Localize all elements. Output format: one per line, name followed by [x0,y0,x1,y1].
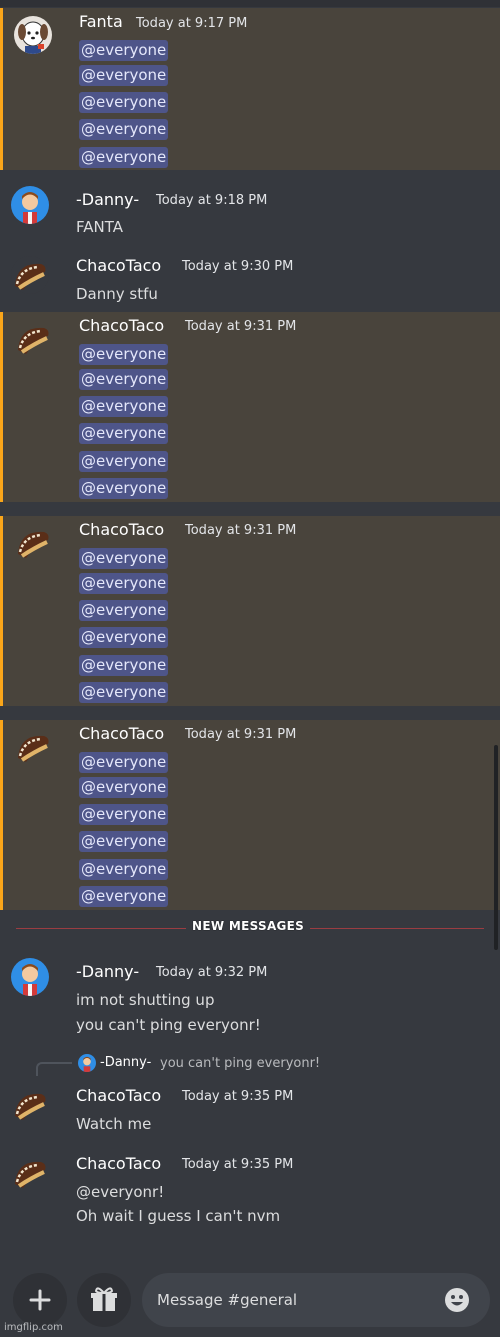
message-text: FANTA [76,218,123,236]
watermark: imgflip.com [4,1322,63,1333]
everyone-mention[interactable]: @everyone [79,655,169,676]
everyone-mention[interactable]: @everyone [79,92,169,113]
message-text: Watch me [76,1115,152,1133]
everyone-mention[interactable]: @everyone [79,40,169,61]
reply-preview[interactable]: you can't ping everyonr! [160,1056,320,1071]
message-text: Danny stfu [76,285,158,303]
author-name[interactable]: ChacoTaco [79,520,164,539]
everyone-mention[interactable]: @everyone [79,600,169,621]
timestamp: Today at 9:35 PM [182,1089,294,1104]
everyone-mention[interactable]: @everyone [79,119,169,140]
reply-author[interactable]: -Danny- [100,1055,151,1070]
timestamp: Today at 9:30 PM [182,259,294,274]
message-chacotaco-watch-me[interactable]: ChacoTaco Today at 9:35 PM Watch me [0,1078,500,1140]
gift-button[interactable] [77,1273,131,1327]
taco-avatar[interactable] [11,256,49,294]
taco-avatar[interactable] [11,1154,49,1192]
timestamp: Today at 9:31 PM [185,319,297,334]
everyone-mention[interactable]: @everyone [79,147,169,168]
everyone-mention[interactable]: @everyone [79,804,169,825]
everyone-mention[interactable]: @everyone [79,573,169,594]
author-name[interactable]: ChacoTaco [76,1086,161,1105]
everyone-mention[interactable]: @everyone [79,65,169,86]
author-name[interactable]: ChacoTaco [76,256,161,275]
reply-connector [36,1062,72,1076]
everyone-mention[interactable]: @everyone [79,451,169,472]
everyone-mention[interactable]: @everyone [79,831,169,852]
message-text: you can't ping everyonr! [76,1016,261,1034]
everyone-mention[interactable]: @everyone [79,369,169,390]
author-name[interactable]: ChacoTaco [76,1154,161,1173]
timestamp: Today at 9:18 PM [156,193,268,208]
taco-avatar[interactable] [14,524,52,562]
message-text: im not shutting up [76,991,215,1009]
boy-avatar[interactable] [11,186,49,224]
scrollbar-thumb[interactable] [494,745,498,950]
author-name[interactable]: -Danny- [76,962,139,981]
message-chacotaco-stfu[interactable]: ChacoTaco Today at 9:30 PM Danny stfu [0,248,500,308]
everyone-mention[interactable]: @everyone [79,627,169,648]
plus-icon [29,1289,51,1311]
message-chacotaco-everyone[interactable]: ChacoTaco Today at 9:31 PM @everyone @ev… [0,720,500,910]
channel-top-edge [0,0,500,7]
everyone-mention[interactable]: @everyone [79,344,169,365]
timestamp: Today at 9:35 PM [182,1157,294,1172]
everyone-mention[interactable]: @everyone [79,423,169,444]
author-name[interactable]: ChacoTaco [79,316,164,335]
everyone-mention[interactable]: @everyone [79,682,169,703]
author-name[interactable]: Fanta [79,12,123,31]
everyone-mention[interactable]: @everyone [79,752,169,773]
message-danny-not-shutting-up[interactable]: -Danny- Today at 9:32 PM im not shutting… [0,950,500,1040]
everyone-mention[interactable]: @everyone [79,396,169,417]
message-text: @everyonr! [76,1183,165,1201]
everyone-mention[interactable]: @everyone [79,886,169,907]
new-messages-label: NEW MESSAGES [186,919,311,933]
timestamp: Today at 9:32 PM [156,965,268,980]
message-text: Oh wait I guess I can't nvm [76,1207,281,1225]
taco-avatar[interactable] [11,1086,49,1124]
author-name[interactable]: ChacoTaco [79,724,164,743]
emoji-icon [445,1288,469,1312]
everyone-mention[interactable]: @everyone [79,478,169,499]
author-name[interactable]: -Danny- [76,190,139,209]
emoji-button[interactable] [444,1287,470,1313]
taco-avatar[interactable] [14,320,52,358]
timestamp: Today at 9:17 PM [136,16,248,31]
everyone-mention[interactable]: @everyone [79,859,169,880]
timestamp: Today at 9:31 PM [185,727,297,742]
dog-avatar[interactable] [14,16,52,54]
everyone-mention[interactable]: @everyone [79,548,169,569]
boy-avatar[interactable] [11,958,49,996]
taco-avatar[interactable] [14,728,52,766]
timestamp: Today at 9:31 PM [185,523,297,538]
message-danny-fanta[interactable]: -Danny- Today at 9:18 PM FANTA [0,178,500,246]
message-fanta-everyone[interactable]: Fanta Today at 9:17 PM @everyone @everyo… [0,8,500,170]
message-chacotaco-guess-i-cant[interactable]: ChacoTaco Today at 9:35 PM @everyonr! Oh… [0,1146,500,1236]
everyone-mention[interactable]: @everyone [79,777,169,798]
message-input-placeholder[interactable]: Message #general [157,1291,297,1309]
boy-avatar[interactable] [78,1054,96,1072]
gift-icon [91,1287,117,1311]
attach-button[interactable] [13,1273,67,1327]
message-chacotaco-everyone[interactable]: ChacoTaco Today at 9:31 PM @everyone @ev… [0,516,500,706]
message-chacotaco-everyone[interactable]: ChacoTaco Today at 9:31 PM @everyone @ev… [0,312,500,502]
